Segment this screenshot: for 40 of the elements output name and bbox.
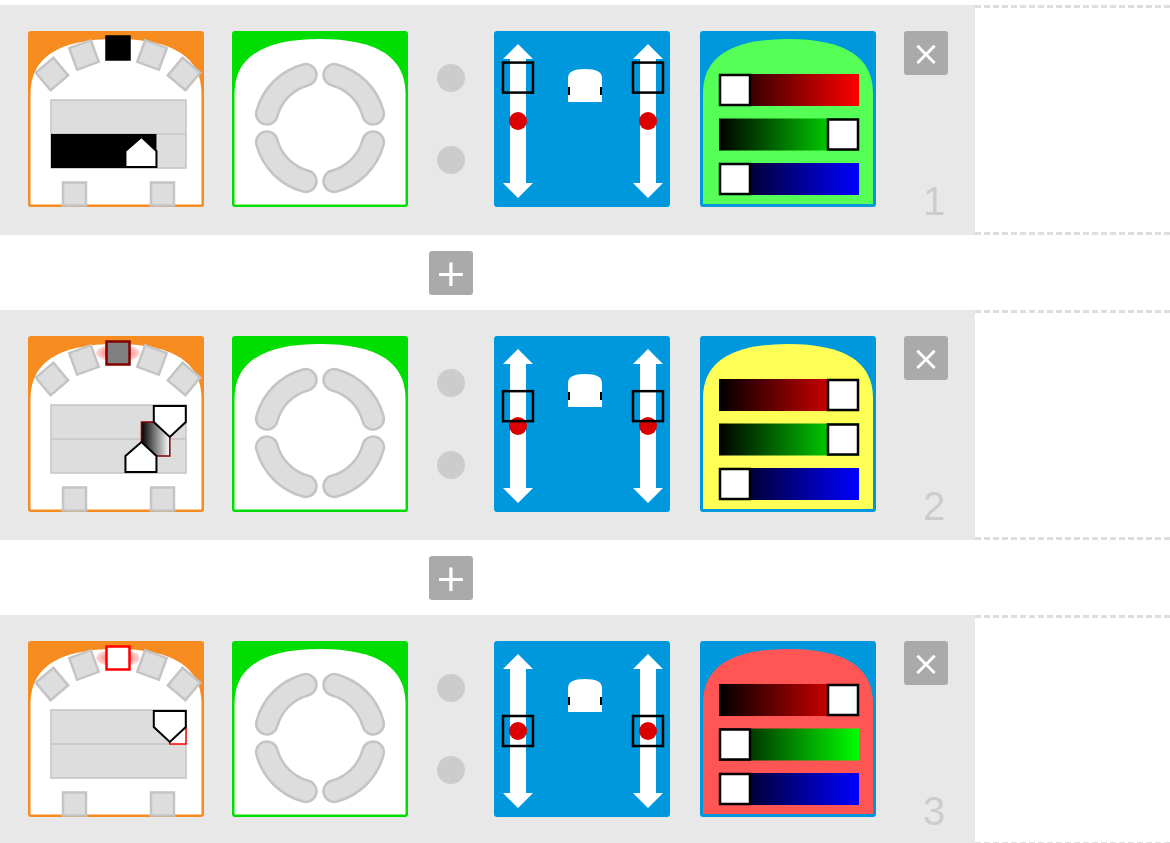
delete-button[interactable]: × [904,31,948,75]
connector-dot [437,64,465,92]
color-slider-thumb[interactable] [718,467,752,501]
color-slider-thumb[interactable] [826,118,860,151]
lower-threshold-thumb[interactable] [124,135,158,168]
motor-slider-thumb[interactable] [501,714,535,748]
zero-mark [509,722,527,740]
upper-threshold-thumb[interactable] [152,710,187,744]
delete-button[interactable]: × [904,336,948,380]
connector-dot [437,756,465,784]
motor-slider-thumb[interactable] [501,389,535,423]
color-slider-thumb[interactable] [826,378,860,412]
add-row-button[interactable]: + [429,250,473,295]
upper-threshold-thumb[interactable] [152,405,187,439]
add-row-button[interactable]: + [429,555,473,600]
color-slider-thumb[interactable] [826,683,860,717]
color-slider-thumb[interactable] [718,73,752,107]
motor-slider-thumb[interactable] [631,714,665,748]
proximity-sensor-button[interactable] [96,340,140,366]
robot-icon [568,374,602,407]
motor-slider-thumb[interactable] [501,61,535,94]
zero-mark [639,722,657,740]
connector-dot [437,369,465,397]
color-slider-thumb[interactable] [718,772,752,806]
zero-mark [509,112,527,130]
color-slider-thumb[interactable] [718,728,752,761]
motor-slider-thumb[interactable] [631,389,665,423]
delete-button[interactable]: × [904,641,948,685]
zero-mark [639,417,657,435]
connector-dot [437,451,465,479]
zero-mark [639,112,657,130]
color-slider-thumb[interactable] [718,162,752,196]
color-slider-thumb[interactable] [826,423,860,456]
connector-dot [437,146,465,174]
lower-threshold-thumb[interactable] [124,440,158,473]
connector-dot [437,674,465,702]
zero-mark [509,417,527,435]
motor-slider-thumb[interactable] [631,61,665,94]
robot-icon [568,69,602,102]
robot-icon [568,679,602,712]
